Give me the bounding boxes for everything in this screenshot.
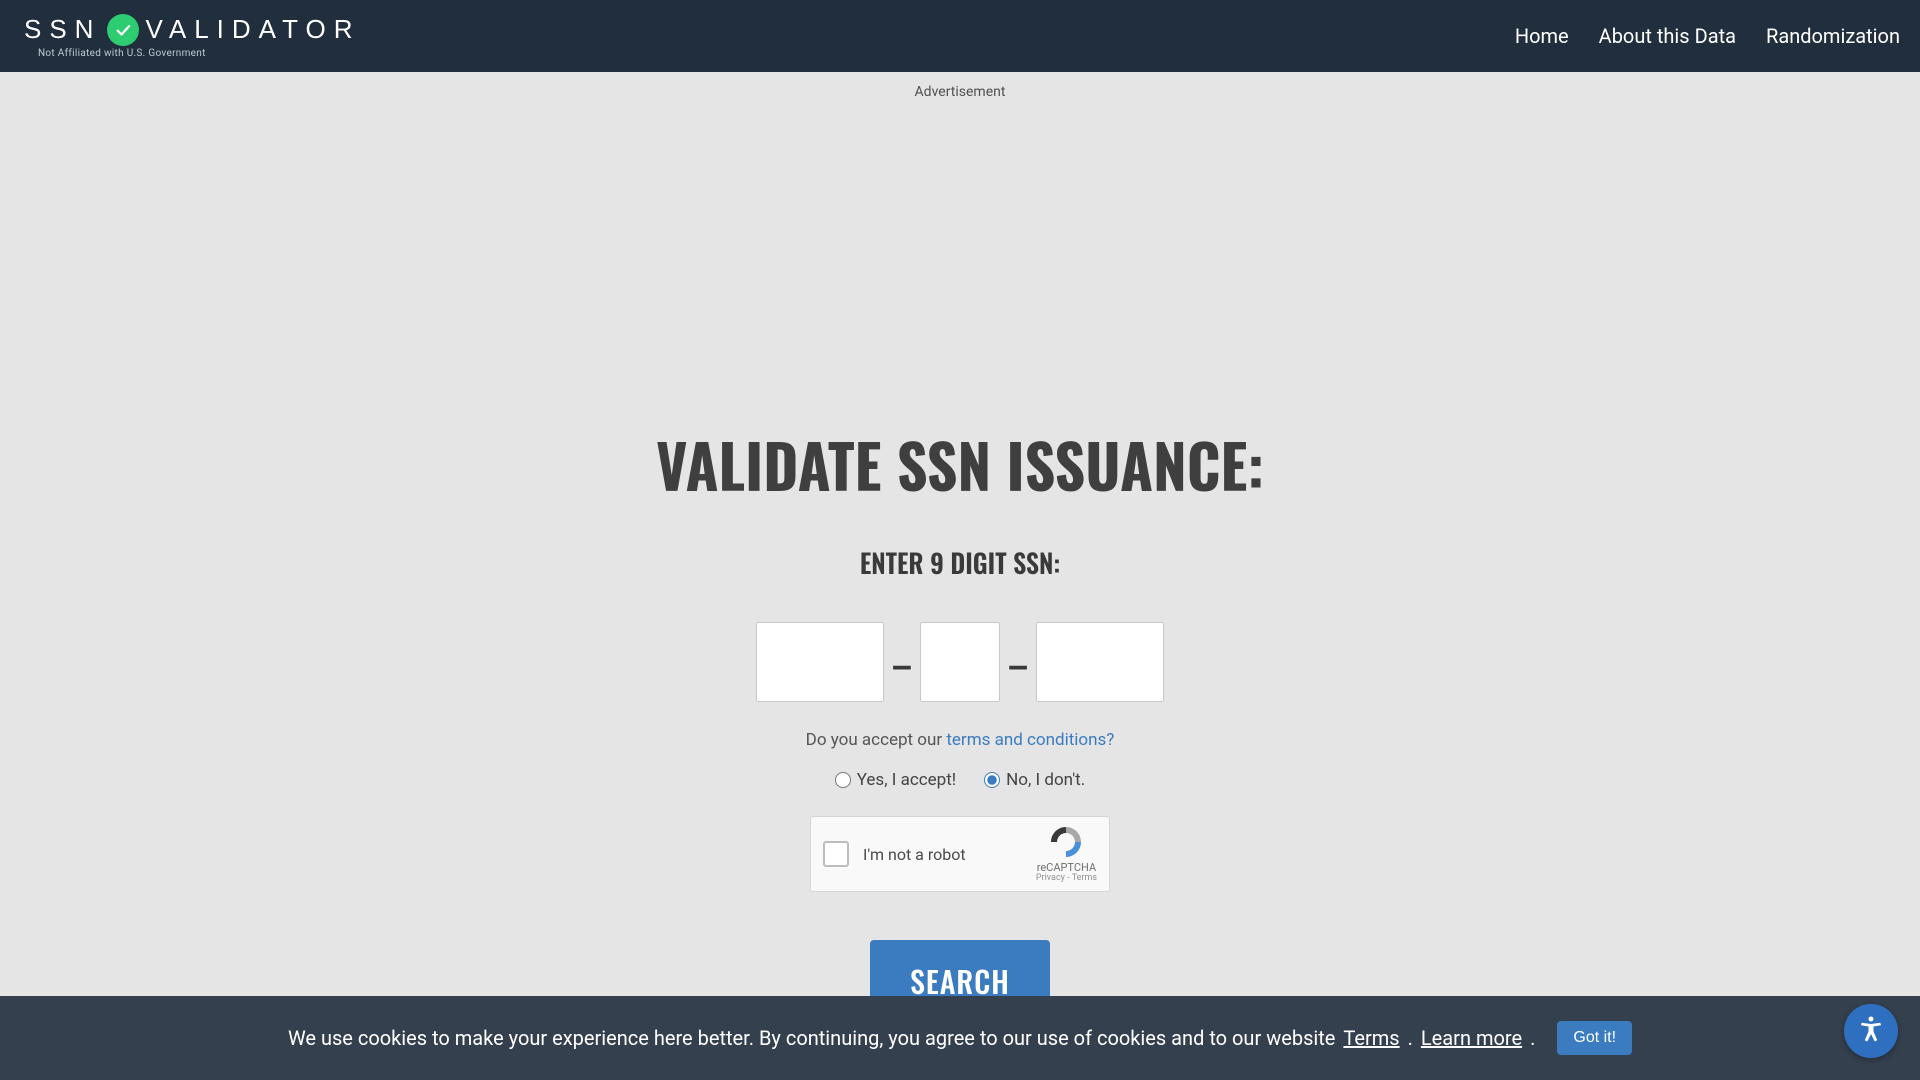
radio-no-label[interactable]: No, I don't. (984, 770, 1085, 790)
recaptcha-widget[interactable]: I'm not a robot reCAPTCHA Privacy - Term… (810, 816, 1110, 892)
recaptcha-privacy-terms[interactable]: Privacy - Terms (1036, 874, 1097, 884)
terms-radio-group: Yes, I accept! No, I don't. (0, 770, 1920, 790)
logo-text-validator: VALIDATOR (145, 14, 360, 45)
cookie-got-it-button[interactable]: Got it! (1557, 1021, 1632, 1055)
site-header: SSN VALIDATOR Not Affiliated with U.S. G… (0, 0, 1920, 72)
ssn-input-row: – – (0, 622, 1920, 702)
logo-text-ssn: SSN (24, 14, 101, 45)
ssn-dash-1: – (892, 636, 912, 689)
terms-and-conditions-link[interactable]: terms and conditions? (946, 730, 1114, 750)
cookie-terms-link[interactable]: Terms (1343, 1026, 1399, 1050)
main-content: VALIDATE SSN ISSUANCE: ENTER 9 DIGIT SSN… (0, 100, 1920, 1021)
nav-randomization[interactable]: Randomization (1766, 24, 1900, 48)
accessibility-icon (1856, 1014, 1886, 1048)
logo-block[interactable]: SSN VALIDATOR Not Affiliated with U.S. G… (24, 14, 361, 59)
logo-row: SSN VALIDATOR (24, 14, 361, 46)
radio-yes-text: Yes, I accept! (857, 770, 956, 790)
cookie-text: We use cookies to make your experience h… (288, 1026, 1335, 1050)
terms-prefix: Do you accept our (806, 730, 947, 750)
cookie-sep-1: . (1408, 1026, 1413, 1050)
cookie-learn-more-link[interactable]: Learn more (1421, 1026, 1522, 1050)
enter-ssn-subtitle: ENTER 9 DIGIT SSN: (0, 543, 1920, 582)
recaptcha-badge: reCAPTCHA Privacy - Terms (1036, 824, 1097, 884)
ssn-dash-2: – (1008, 636, 1028, 689)
nav-about-this-data[interactable]: About this Data (1599, 24, 1736, 48)
top-nav: Home About this Data Randomization (1515, 24, 1900, 48)
advertisement-label: Advertisement (0, 72, 1920, 100)
checkmark-icon (107, 14, 139, 46)
recaptcha-label: I'm not a robot (863, 845, 966, 864)
radio-no-text: No, I don't. (1006, 770, 1085, 790)
recaptcha-checkbox[interactable] (823, 841, 849, 867)
radio-yes-input[interactable] (835, 772, 851, 788)
ssn-part-1-input[interactable] (756, 622, 884, 702)
nav-home[interactable]: Home (1515, 24, 1569, 48)
ssn-part-3-input[interactable] (1036, 622, 1164, 702)
logo-subtitle: Not Affiliated with U.S. Government (38, 48, 361, 59)
radio-yes-label[interactable]: Yes, I accept! (835, 770, 956, 790)
page-title: VALIDATE SSN ISSUANCE: (0, 420, 1920, 509)
ssn-part-2-input[interactable] (920, 622, 1000, 702)
cookie-consent-bar: We use cookies to make your experience h… (0, 996, 1920, 1080)
cookie-sep-2: . (1530, 1026, 1535, 1050)
terms-question-row: Do you accept our terms and conditions? (0, 730, 1920, 750)
radio-no-input[interactable] (984, 772, 1000, 788)
accessibility-button[interactable] (1844, 1004, 1898, 1058)
